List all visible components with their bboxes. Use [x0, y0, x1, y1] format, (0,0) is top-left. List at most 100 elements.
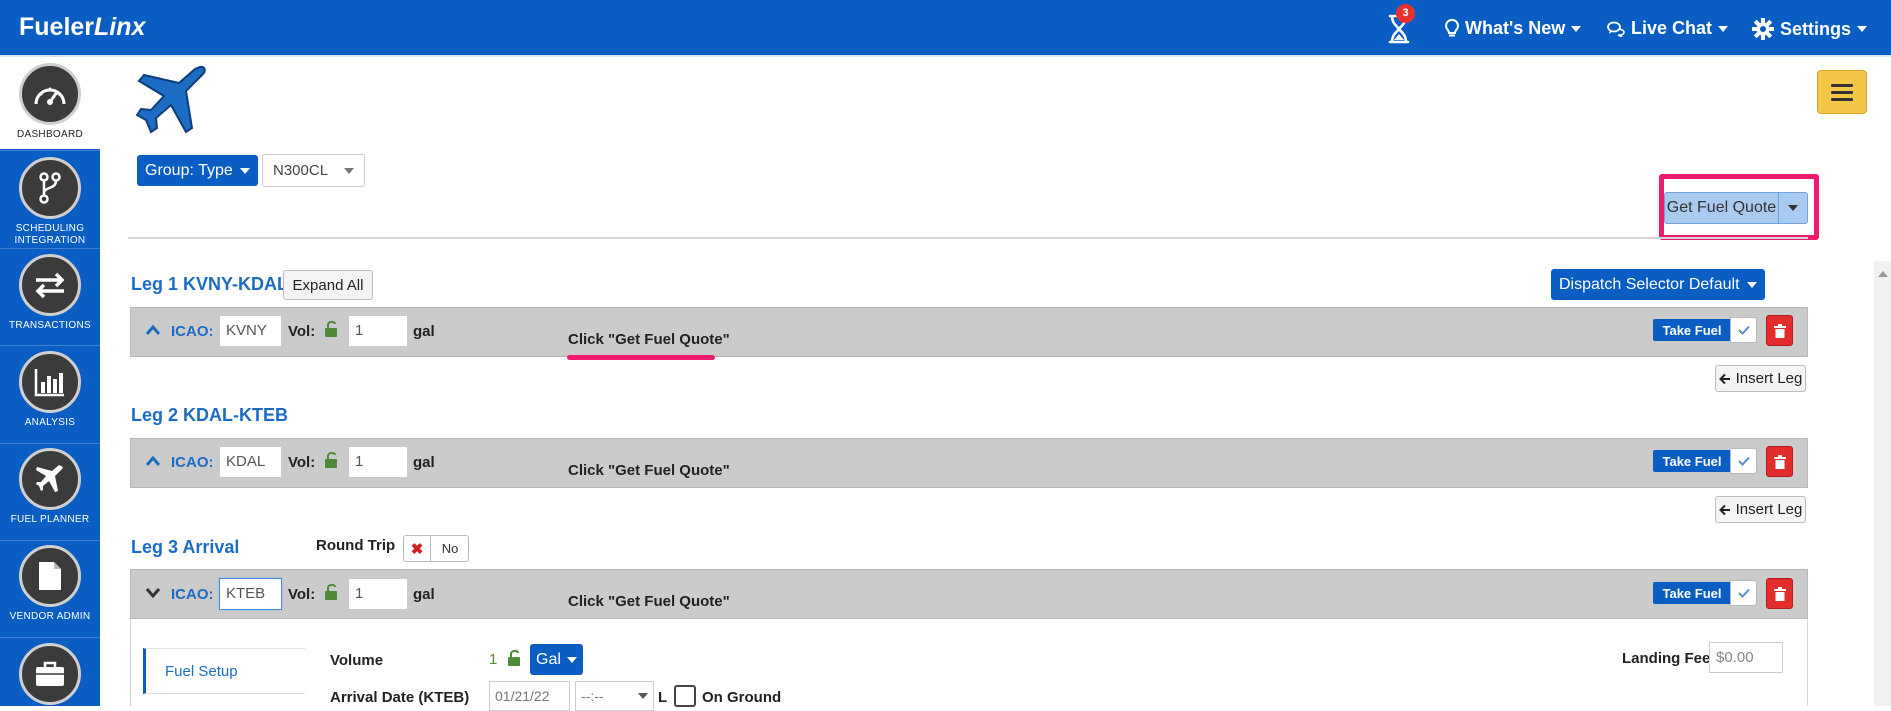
quote-status-note: Click "Get Fuel Quote" — [568, 462, 730, 479]
sidebar-item-scheduling-integration[interactable]: SCHEDULING INTEGRATION — [0, 157, 100, 247]
tail-number-value: N300CL — [273, 162, 329, 179]
unit-label: gal — [413, 323, 435, 340]
chevron-down-icon — [344, 167, 354, 174]
group-type-dropdown[interactable]: Group: Type — [137, 155, 258, 186]
volume-input[interactable]: 1 — [348, 578, 408, 610]
volume-value: 1 — [489, 651, 498, 668]
insert-leg-button[interactable]: Insert Leg — [1715, 365, 1806, 392]
arrows-exchange-icon — [19, 254, 81, 316]
chevron-up-icon[interactable] — [145, 455, 161, 467]
settings-menu[interactable]: Settings — [1752, 18, 1868, 40]
unlock-icon[interactable] — [324, 451, 340, 469]
landing-fee-label: Landing Fee — [1622, 650, 1711, 667]
check-icon — [1737, 588, 1750, 598]
landing-fee-input[interactable]: $0.00 — [1709, 642, 1783, 673]
sidebar-item-more[interactable] — [0, 643, 100, 705]
unit-dropdown[interactable]: Gal — [530, 644, 583, 675]
whats-new-menu[interactable]: What's New — [1445, 18, 1582, 39]
top-navbar: FuelerLinx 3 What's New Live Chat Settin… — [0, 0, 1891, 57]
icao-label: ICAO: — [171, 454, 214, 471]
close-x-icon: ✖ — [404, 536, 431, 561]
quote-status-note: Click "Get Fuel Quote" — [568, 593, 730, 610]
take-fuel-button[interactable]: Take Fuel — [1653, 450, 1731, 472]
scroll-up-arrow-icon[interactable] — [1878, 271, 1888, 277]
tab-fuel-setup[interactable]: Fuel Setup — [143, 648, 305, 694]
scrollbar[interactable] — [1874, 261, 1891, 706]
check-icon — [1737, 456, 1750, 466]
confirm-button[interactable] — [1730, 317, 1757, 343]
volume-input[interactable]: 1 — [348, 315, 408, 347]
sidebar-item-dashboard[interactable]: DASHBOARD — [0, 57, 100, 149]
hamburger-menu-button[interactable] — [1817, 70, 1867, 114]
dispatch-selector-dropdown[interactable]: Dispatch Selector Default — [1551, 269, 1765, 300]
sidebar-item-transactions[interactable]: TRANSACTIONS — [0, 254, 100, 332]
settings-label: Settings — [1780, 18, 1852, 39]
chevron-down-icon — [1746, 281, 1757, 288]
get-fuel-quote-dropdown-toggle[interactable] — [1779, 192, 1808, 224]
chevron-down-icon — [239, 167, 250, 174]
check-icon — [1737, 325, 1750, 335]
on-ground-checkbox[interactable] — [674, 685, 696, 707]
sidebar-label: VENDOR ADMIN — [9, 611, 91, 622]
document-icon — [19, 545, 81, 607]
sidebar-item-fuel-planner[interactable]: FUEL PLANNER — [0, 448, 100, 526]
sidebar-item-analysis[interactable]: ANALYSIS — [0, 351, 100, 429]
leg-3-title[interactable]: Leg 3 Arrival — [131, 537, 239, 558]
tail-number-select[interactable]: N300CL — [262, 154, 365, 187]
unit-label: gal — [413, 454, 435, 471]
confirm-button[interactable] — [1730, 580, 1757, 606]
leg-2-title[interactable]: Leg 2 KDAL-KTEB — [131, 405, 288, 426]
take-fuel-button[interactable]: Take Fuel — [1653, 582, 1731, 604]
on-ground-label: On Ground — [702, 689, 782, 706]
icao-input[interactable]: KVNY — [219, 315, 282, 347]
unlock-icon[interactable] — [507, 649, 523, 667]
arrow-left-icon — [1718, 373, 1730, 384]
icao-label: ICAO: — [171, 586, 214, 603]
delete-leg-button[interactable] — [1766, 578, 1793, 609]
vol-label: Vol: — [288, 586, 316, 603]
unlock-icon[interactable] — [324, 583, 340, 601]
unlock-icon[interactable] — [324, 320, 340, 338]
delete-leg-button[interactable] — [1766, 315, 1793, 346]
icao-label: ICAO: — [171, 323, 214, 340]
arrival-date-label: Arrival Date (KTEB) — [330, 689, 470, 706]
icao-input[interactable]: KTEB — [219, 578, 282, 610]
chevron-down-icon — [1857, 26, 1868, 32]
lightbulb-icon — [1445, 18, 1459, 36]
chevron-down-icon — [638, 693, 648, 699]
live-chat-label: Live Chat — [1631, 18, 1713, 38]
dashboard-gauge-icon — [19, 63, 81, 125]
aircraft-logo-icon — [135, 65, 206, 134]
dispatch-selector-label: Dispatch Selector Default — [1559, 275, 1740, 293]
insert-leg-button[interactable]: Insert Leg — [1715, 496, 1806, 523]
chevron-down-icon[interactable] — [145, 587, 161, 599]
briefcase-icon — [19, 643, 81, 705]
chevron-up-icon[interactable] — [145, 324, 161, 336]
insert-leg-label: Insert Leg — [1735, 501, 1803, 518]
notification-badge: 3 — [1396, 4, 1415, 23]
gear-icon — [1752, 18, 1774, 40]
expand-all-button[interactable]: Expand All — [283, 270, 373, 300]
brand-logo[interactable]: FuelerLinx — [19, 13, 145, 42]
hamburger-icon — [1831, 83, 1853, 87]
trash-icon — [1773, 586, 1786, 601]
unit-dropdown-value: Gal — [536, 650, 561, 668]
leg-1-title[interactable]: Leg 1 KVNY-KDAL — [131, 274, 288, 295]
sidebar-item-vendor-admin[interactable]: VENDOR ADMIN — [0, 545, 100, 623]
branch-icon — [19, 157, 81, 219]
vol-label: Vol: — [288, 454, 316, 471]
arrival-date-input[interactable]: 01/21/22 — [489, 681, 570, 711]
round-trip-toggle[interactable]: ✖ No — [403, 535, 469, 562]
plane-icon — [19, 448, 81, 510]
group-type-label: Group: Type — [145, 161, 233, 179]
confirm-button[interactable] — [1730, 448, 1757, 474]
arrival-time-select[interactable]: --:-- — [575, 681, 654, 711]
divider — [128, 237, 1808, 239]
icao-input[interactable]: KDAL — [219, 446, 282, 478]
live-chat-menu[interactable]: Live Chat — [1607, 18, 1729, 39]
volume-input[interactable]: 1 — [348, 446, 408, 478]
take-fuel-button[interactable]: Take Fuel — [1653, 319, 1731, 341]
round-trip-label: Round Trip — [316, 537, 396, 554]
delete-leg-button[interactable] — [1766, 446, 1793, 477]
get-fuel-quote-button[interactable]: Get Fuel Quote — [1664, 192, 1779, 224]
